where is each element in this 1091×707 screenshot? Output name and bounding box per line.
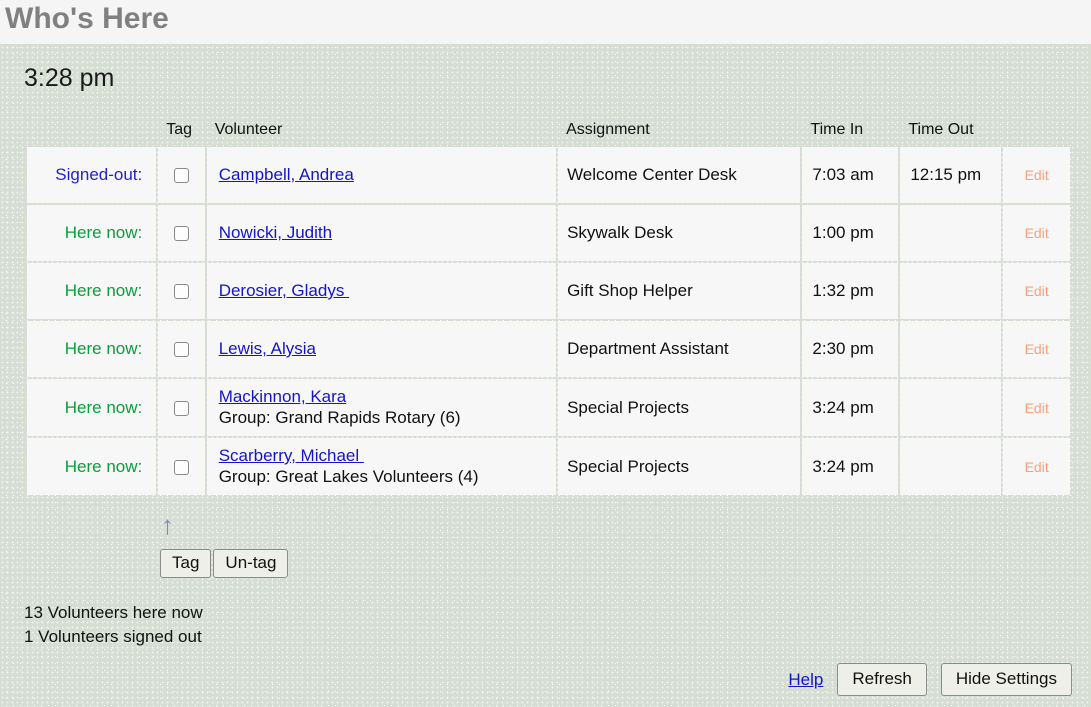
page-root: Who's Here 3:28 pm Tag Volunteer Assignm… [0, 0, 1091, 707]
volunteer-cell: Nowicki, Judith [206, 205, 557, 261]
current-time: 3:28 pm [24, 64, 115, 92]
tag-checkbox[interactable] [173, 459, 189, 475]
volunteer-cell: Campbell, Andrea [206, 147, 557, 203]
summary-counts: 13 Volunteers here now 1 Volunteers sign… [24, 601, 203, 649]
edit-cell: Edit [1003, 147, 1070, 203]
column-header-tag: Tag [166, 121, 193, 138]
column-header-volunteer: Volunteer [214, 121, 283, 138]
table-row: Here now: Derosier, Gladys Gift Shop Help… [27, 263, 1070, 319]
status-label: Here now: [27, 438, 157, 495]
time-out-cell: 12:15 pm [900, 147, 1002, 203]
column-header-time-out: Time Out [908, 121, 974, 138]
status-label: Signed-out: [27, 147, 157, 203]
volunteer-link[interactable]: Mackinnon, Kara [219, 387, 347, 406]
assignment-cell: Special Projects [558, 379, 801, 436]
volunteer-cell: Derosier, Gladys [206, 263, 557, 319]
time-in-cell: 7:03 am [802, 147, 899, 203]
title-bar: Who's Here [0, 0, 1091, 44]
tag-cell [158, 147, 205, 203]
assignment-cell: Gift Shop Helper [558, 263, 801, 319]
edit-cell: Edit [1003, 205, 1070, 261]
volunteer-link[interactable]: Lewis, Alysia [219, 339, 316, 358]
volunteer-group-label: Group: Grand Rapids Rotary (6) [218, 408, 461, 427]
count-here-now: 13 Volunteers here now [24, 603, 203, 622]
volunteer-link[interactable]: Scarberry, Michael [219, 446, 364, 465]
table-row: Here now: Mackinnon, Kara Group: Grand Rap… [27, 379, 1070, 436]
edit-link[interactable]: Edit [1025, 400, 1049, 416]
untag-button[interactable]: Un-tag [213, 549, 289, 578]
time-out-cell [900, 205, 1002, 261]
table-row: Signed-out: Campbell, Andrea Welcome Cente… [27, 147, 1070, 203]
help-link[interactable]: Help [788, 670, 823, 690]
volunteer-link[interactable]: Campbell, Andrea [219, 165, 354, 184]
tag-checkbox[interactable] [173, 284, 189, 300]
up-arrow-icon: ↑ [161, 510, 174, 540]
footer-bar: Help Refresh Hide Settings [788, 663, 1072, 696]
time-in-cell: 1:00 pm [802, 205, 899, 261]
assignment-cell: Department Assistant [558, 321, 801, 377]
column-header-status [27, 121, 156, 145]
time-in-cell: 2:30 pm [802, 321, 899, 377]
time-in-cell: 3:24 pm [802, 379, 899, 436]
time-out-cell [900, 263, 1002, 319]
table-body: Signed-out: Campbell, Andrea Welcome Cente… [27, 147, 1070, 495]
table-row: Here now: Scarberry, Michael Group: Great… [27, 438, 1070, 495]
table-row: Here now: Lewis, Alysia Department Assista… [27, 321, 1070, 377]
time-out-cell [900, 438, 1002, 495]
edit-cell: Edit [1003, 321, 1070, 377]
volunteer-cell: Mackinnon, Kara Group: Grand Rapids Rotar… [206, 379, 557, 436]
tag-cell [158, 379, 205, 436]
volunteer-group-label: Group: Great Lakes Volunteers (4) [218, 467, 479, 486]
status-label: Here now: [27, 379, 157, 436]
edit-link[interactable]: Edit [1025, 167, 1049, 183]
count-signed-out: 1 Volunteers signed out [24, 627, 202, 646]
assignment-cell: Welcome Center Desk [558, 147, 801, 203]
time-out-cell [900, 379, 1002, 436]
time-in-cell: 1:32 pm [802, 263, 899, 319]
tag-checkbox[interactable] [173, 168, 189, 184]
tag-checkbox[interactable] [173, 226, 189, 242]
status-label: Here now: [27, 263, 157, 319]
edit-cell: Edit [1003, 438, 1070, 495]
page-title: Who's Here [5, 2, 169, 35]
assignment-cell: Special Projects [558, 438, 801, 495]
assignment-cell: Skywalk Desk [558, 205, 801, 261]
volunteer-link[interactable]: Derosier, Gladys [219, 281, 349, 300]
edit-link[interactable]: Edit [1025, 283, 1049, 299]
edit-link[interactable]: Edit [1025, 459, 1049, 475]
refresh-button[interactable]: Refresh [837, 663, 927, 696]
column-header-assignment: Assignment [566, 121, 650, 138]
volunteer-link[interactable]: Nowicki, Judith [219, 223, 332, 242]
column-header-edit [1003, 121, 1070, 145]
tag-checkbox[interactable] [173, 342, 189, 358]
volunteer-cell: Lewis, Alysia [206, 321, 557, 377]
tag-cell [158, 321, 205, 377]
tag-cell [158, 438, 205, 495]
column-header-time-in: Time In [810, 121, 864, 138]
tag-controls: Tag Un-tag [160, 549, 289, 578]
hide-settings-button[interactable]: Hide Settings [940, 663, 1072, 696]
time-in-cell: 3:24 pm [802, 438, 899, 495]
time-out-cell [900, 321, 1002, 377]
edit-cell: Edit [1003, 379, 1070, 436]
table-header-row: Tag Volunteer Assignment Time In Time Ou… [27, 121, 1070, 145]
tag-button[interactable]: Tag [160, 549, 212, 578]
status-label: Here now: [27, 321, 157, 377]
edit-link[interactable]: Edit [1025, 225, 1049, 241]
edit-cell: Edit [1003, 263, 1070, 319]
volunteer-cell: Scarberry, Michael Group: Great Lakes Vo… [206, 438, 557, 495]
tag-cell [158, 263, 205, 319]
tag-cell [158, 205, 205, 261]
tag-checkbox[interactable] [173, 400, 189, 416]
status-label: Here now: [27, 205, 157, 261]
edit-link[interactable]: Edit [1025, 341, 1049, 357]
table-row: Here now: Nowicki, Judith Skywalk Desk 1:00… [27, 205, 1070, 261]
volunteers-table: Tag Volunteer Assignment Time In Time Ou… [25, 119, 1072, 497]
